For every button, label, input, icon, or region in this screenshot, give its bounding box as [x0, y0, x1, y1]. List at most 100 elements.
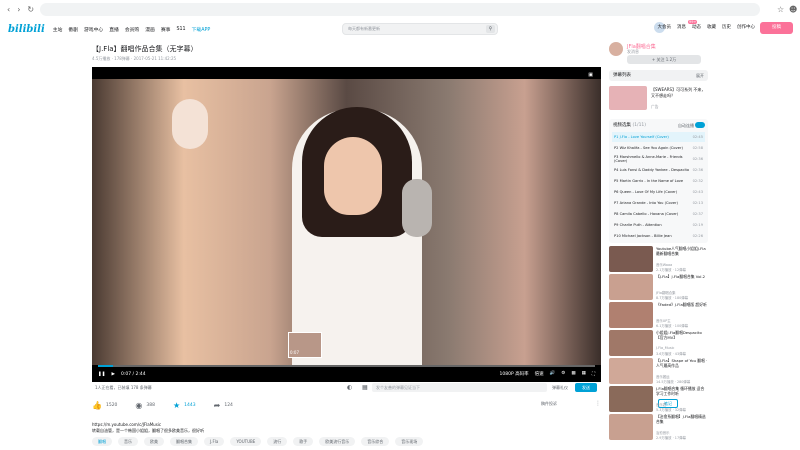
follow-button[interactable]: + 关注 1.2万 [627, 55, 701, 64]
playlist-item[interactable]: P2 Wiz Khalifa - See You Again (Cover) 02… [612, 143, 705, 153]
nav-creator[interactable]: 创作中心 [737, 24, 755, 30]
uploader-avatar[interactable] [609, 42, 623, 56]
tag-item[interactable]: 音乐综合 [361, 437, 390, 446]
tag-item[interactable]: 欧美 [144, 437, 164, 446]
nav-favorites[interactable]: 收藏 [707, 24, 716, 30]
recommend-title[interactable]: 《Faded》J.Fla翻唱版 超好听 [656, 302, 708, 307]
playlist-item[interactable]: P10 Michael Jackson - Billie Jean 02:26 [612, 231, 705, 241]
recommend-title[interactable]: 【治愈系翻唱】J.Fla翻唱精选合集 [656, 414, 708, 424]
back-icon[interactable]: ‹ [7, 5, 10, 14]
tag-item[interactable]: 音乐 [118, 437, 138, 446]
nav-vip[interactable]: 大会员 [658, 24, 672, 30]
nav-item-s11[interactable]: S11 [176, 27, 185, 32]
tag-item[interactable]: 翻唱 [92, 437, 112, 446]
nav-item-match[interactable]: 赛事 [161, 26, 171, 33]
playlist-item[interactable]: P5 Martin Garrix - In the Name of Love 02… [612, 176, 705, 186]
favorite-button[interactable]: ★ 1443 [173, 401, 196, 410]
recommend-card[interactable]: 《Faded》J.Fla翻唱版 超好听 音乐UP主 6.1万播放 · 100弹幕 [609, 302, 708, 330]
danmaku-settings-icon[interactable]: ▦ [362, 384, 368, 391]
recommend-stats: 2.9万播放 · 17弹幕 [656, 436, 686, 440]
recommend-thumbnail[interactable] [609, 358, 653, 384]
fullscreen-icon[interactable]: ⛶ [592, 371, 595, 377]
nav-item-shop[interactable]: 会员购 [125, 26, 139, 33]
recommend-card[interactable]: 【J.Fla】J.Fla翻唱合集 Vol.2 JFla翻唱合集 8.7万播放 · 1… [609, 274, 708, 302]
share-button[interactable]: ➦ 124 [214, 401, 233, 410]
danmaku-list-expand[interactable]: 展开 [696, 70, 704, 81]
nav-item-manga[interactable]: 漫画 [145, 26, 155, 33]
nav-item-main[interactable]: 主站 [53, 26, 63, 33]
video-player[interactable]: ▣ 0:07 ❚❚ ▶ 0:07 / 2:44 1080P 高码率 倍速 🔊 ⚙… [92, 67, 601, 382]
webfullscreen-icon[interactable]: ▦ [582, 371, 586, 377]
account-icon[interactable]: ☻ [789, 5, 797, 14]
recommend-thumbnail[interactable] [609, 302, 653, 328]
playlist-item[interactable]: P7 Ariana Grande - Into You (Cover) 02:13 [612, 198, 705, 208]
pause-icon[interactable]: ❚❚ [98, 372, 106, 377]
danmaku-etiquette[interactable]: 弹幕礼仪 [552, 385, 568, 391]
recommend-thumbnail[interactable] [609, 274, 653, 300]
tag-item[interactable]: 欧美流行音乐 [319, 437, 356, 446]
recommend-thumbnail[interactable] [609, 386, 653, 412]
recommend-thumbnail[interactable] [609, 330, 653, 356]
tag-item[interactable]: 翻唱合集 [170, 437, 198, 446]
autoplay-toggle[interactable] [695, 122, 705, 128]
danmaku-input[interactable]: 发个友善的弹幕见证当下 [372, 383, 547, 392]
danmaku-toggle-icon[interactable]: ◐ [347, 384, 352, 391]
reload-icon[interactable]: ↻ [27, 5, 34, 14]
time-current: 0:07 [121, 371, 132, 377]
nav-item-download[interactable]: 下载APP [192, 26, 211, 33]
playlist-item[interactable]: P4 Luis Fonsi & Daddy Yankee - Despacito… [612, 165, 705, 175]
pip-icon[interactable]: ▣ [588, 72, 593, 78]
recommend-author[interactable]: J.Fla_Music [656, 346, 674, 350]
danmaku-status-text: 1人正在看，已装填 178 条弹幕 [95, 384, 152, 390]
playlist-item[interactable]: P6 Queen - Love Of My Life (Cover) 02:43 [612, 187, 705, 197]
quality-select[interactable]: 1080P 高码率 [500, 371, 529, 377]
settings-icon[interactable]: ⚙ [561, 371, 565, 377]
tag-item[interactable]: 流行 [267, 437, 288, 446]
recommend-card[interactable]: J.Fla翻唱合集 循环播放 适合学习工作时听 音乐君 5.3万播放 · 32弹幕 [609, 386, 708, 414]
danmaku-send-button[interactable]: 发送 [575, 383, 597, 392]
star-icon[interactable]: ☆ [777, 5, 784, 14]
search-icon[interactable]: ⚲ [486, 25, 495, 33]
recommend-title[interactable]: J.Fla翻唱合集 循环播放 适合学习工作时听 [656, 386, 708, 396]
danmaku-list-header[interactable]: 弹幕列表 展开 [609, 70, 708, 81]
ad-card[interactable]: 【SWEARS】可可系列 不来，又不想走吗？ 广告 [609, 86, 708, 114]
playlist-item[interactable]: P3 Marshmello & Anne-Marie - Friends (Co… [612, 154, 705, 164]
nav-dynamic[interactable]: 动态 [692, 24, 701, 30]
recommend-card[interactable]: Youtube人气翻唱小姐姐J.Fla 最新翻唱合集 音乐Waaa 2.1万播放 ·… [609, 246, 708, 274]
upload-button[interactable]: 投稿 [760, 22, 793, 34]
recommend-title[interactable]: 【J.Fla】J.Fla翻唱合集 Vol.2 [656, 274, 708, 279]
playlist-item[interactable]: P8 Camila Cabello - Havana (Cover) 02:37 [612, 209, 705, 219]
recommend-card[interactable]: 小姐姐J.Fla翻唱Despacito 【官方MV】 J.Fla_Music 3.6… [609, 330, 708, 358]
bilibili-logo[interactable]: bilibili [8, 24, 45, 35]
speed-select[interactable]: 倍速 [535, 371, 544, 377]
recommend-title[interactable]: 【J.Fla】Shape of You 翻唱 · 人气最高作品 [656, 358, 708, 368]
like-button[interactable]: 👍 1520 [92, 401, 117, 410]
nav-history[interactable]: 历史 [722, 24, 731, 30]
recommend-title[interactable]: Youtube人气翻唱小姐姐J.Fla 最新翻唱合集 [656, 246, 708, 256]
tag-item[interactable]: 音乐现场 [395, 437, 424, 446]
playlist-item[interactable]: P9 Charlie Puth - Attention 02:19 [612, 220, 705, 230]
forward-icon[interactable]: › [17, 5, 20, 14]
next-icon[interactable]: ▶ [112, 372, 115, 377]
recommend-thumbnail[interactable] [609, 414, 653, 440]
nav-item-live[interactable]: 直播 [109, 26, 119, 33]
nav-messages[interactable]: 消息 [677, 24, 686, 30]
more-icon[interactable]: ⋮ [595, 400, 601, 407]
playlist-item-label: P4 Luis Fonsi & Daddy Yankee - Despacito [614, 168, 690, 172]
report-link[interactable]: 稿件投诉 [541, 401, 557, 407]
nav-item-anime[interactable]: 番剧 [68, 26, 78, 33]
volume-icon[interactable]: 🔊 [550, 371, 556, 377]
tag-item[interactable]: 歌手 [293, 437, 314, 446]
playlist-item[interactable]: P1 J.Fla - Love Yourself (Cover) 02:45 [612, 132, 705, 142]
tag-item[interactable]: J.Fla [204, 437, 225, 446]
recommend-title[interactable]: 小姐姐J.Fla翻唱Despacito 【官方MV】 [656, 330, 708, 340]
widescreen-icon[interactable]: ▩ [571, 371, 575, 377]
search-input[interactable]: 每天都有新番更新 ⚲ [342, 23, 498, 35]
coin-button[interactable]: ◉ 388 [135, 401, 155, 410]
tag-item[interactable]: YOUTUBE [230, 437, 262, 446]
recommend-thumbnail[interactable] [609, 246, 653, 272]
nav-item-game[interactable]: 游戏中心 [84, 26, 103, 33]
recommend-card[interactable]: 【治愈系翻唱】J.Fla翻唱精选合集 治愈音乐 2.9万播放 · 17弹幕 [609, 414, 708, 442]
recommend-card[interactable]: 【J.Fla】Shape of You 翻唱 · 人气最高作品 音乐搬运 14.5万… [609, 358, 708, 386]
address-bar[interactable] [40, 3, 760, 16]
